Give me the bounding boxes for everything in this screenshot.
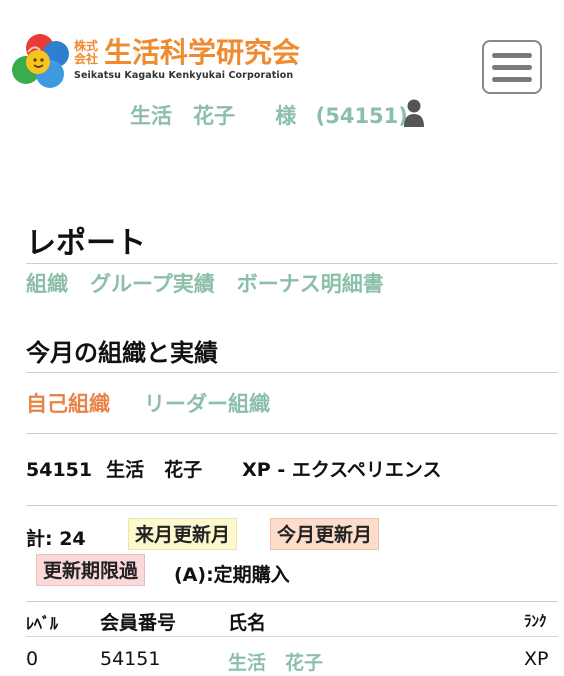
member-last-name: 生活: [106, 459, 145, 481]
logo-company-name: 生活科学研究会: [104, 36, 301, 69]
col-header-rank: ﾗﾝｸ: [524, 612, 547, 630]
hamburger-bar: [492, 52, 532, 58]
logo-company-name-romaji: Seikatsu Kagaku Kenkyukai Corporation: [74, 70, 294, 81]
table-row: 0 54151 生活 花子 XP: [26, 638, 558, 676]
member-id: 54151: [26, 459, 93, 481]
tab-leader-organization[interactable]: リーダー組織: [144, 392, 270, 416]
subnav-group-results[interactable]: グループ実績: [90, 272, 215, 296]
hamburger-menu-icon[interactable]: [482, 40, 542, 94]
subnav-organization[interactable]: 組織: [26, 272, 68, 296]
badge-renewal-expired: 更新期限過: [36, 554, 146, 586]
user-icon[interactable]: [402, 98, 426, 128]
cell-level: 0: [26, 648, 39, 670]
divider: [26, 263, 558, 264]
page-title: レポート: [26, 226, 146, 261]
divider: [26, 505, 558, 506]
col-header-name: 氏名: [228, 612, 267, 634]
member-summary: 54151 生活 花子 XP - エクスペリエンス: [26, 455, 442, 482]
cell-member-id: 54151: [100, 648, 161, 670]
table-header: ﾚﾍﾞﾙ 会員番号 氏名 ﾗﾝｸ: [26, 602, 558, 637]
member-total: 計: 24: [26, 528, 86, 550]
member-rank: XP - エクスペリエンス: [242, 459, 442, 481]
hamburger-bar: [492, 64, 532, 70]
report-subnav: 組織 グループ実績 ボーナス明細書: [26, 268, 406, 298]
organization-tabs: 自己組織 リーダー組織: [26, 388, 270, 418]
divider: [26, 433, 558, 434]
tab-self-organization[interactable]: 自己組織: [26, 392, 110, 416]
cell-name-link[interactable]: 生活 花子: [228, 648, 323, 675]
logo-text: 株式会社 生活科学研究会 Seikatsu Kagaku Kenkyukai C…: [74, 36, 324, 86]
user-name-link[interactable]: 生活 花子 様 (54151): [130, 100, 408, 130]
user-info: 生活 花子 様 (54151): [0, 98, 564, 132]
divider: [26, 372, 558, 373]
section-title: 今月の組織と実績: [26, 339, 218, 367]
cell-rank: XP: [524, 648, 549, 670]
status-legend: 計: 24 来月更新月 今月更新月 更新期限過 (A):定期購入: [26, 516, 556, 594]
logo-mark-icon: [12, 34, 69, 88]
regular-purchase-note: (A):定期購入: [174, 564, 290, 586]
organization-table: ﾚﾍﾞﾙ 会員番号 氏名 ﾗﾝｸ 0 54151 生活 花子 XP: [26, 602, 558, 676]
member-first-name: 花子: [164, 459, 203, 481]
badge-this-month-renewal: 今月更新月: [270, 518, 380, 550]
col-header-level: ﾚﾍﾞﾙ: [26, 614, 59, 633]
hamburger-bar: [492, 76, 532, 82]
subnav-bonus-statement[interactable]: ボーナス明細書: [237, 272, 384, 296]
badge-next-month-renewal: 来月更新月: [128, 518, 238, 550]
col-header-member-id: 会員番号: [100, 612, 177, 634]
company-logo[interactable]: 株式会社 生活科学研究会 Seikatsu Kagaku Kenkyukai C…: [10, 32, 330, 92]
logo-kabushiki: 株式会社: [74, 39, 99, 66]
